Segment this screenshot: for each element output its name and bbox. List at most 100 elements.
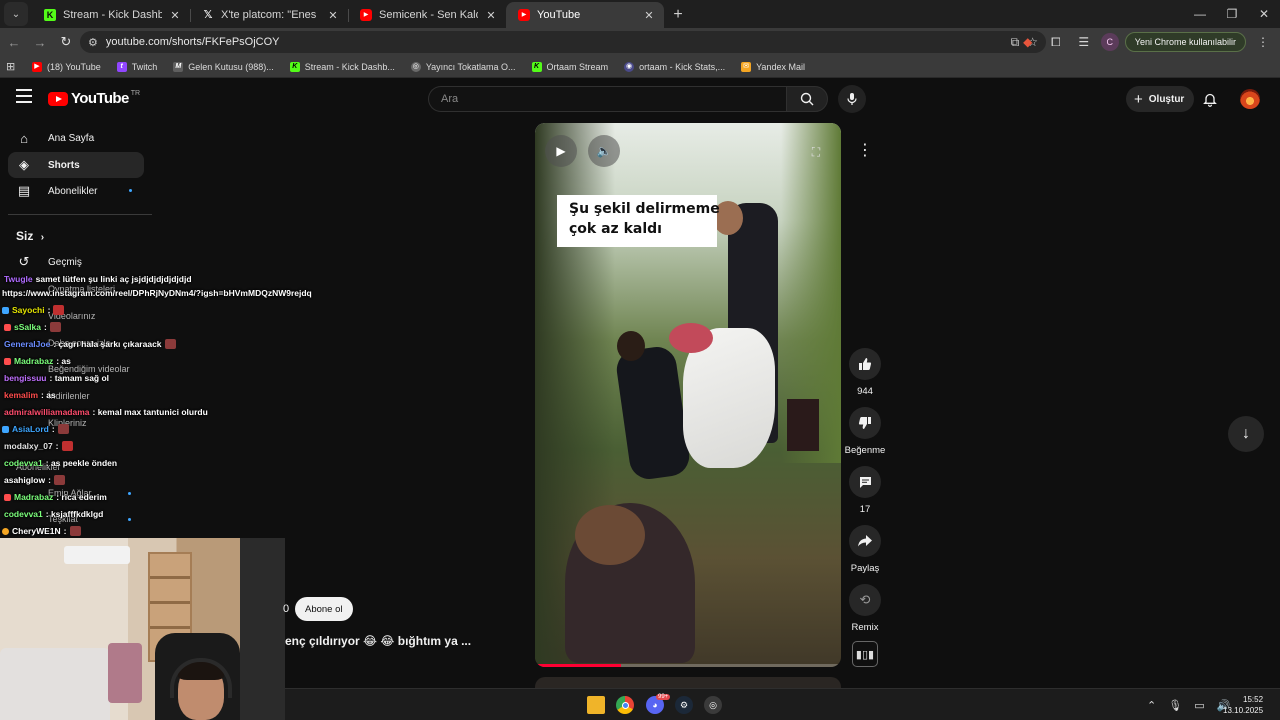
chat-text: : as xyxy=(56,356,71,366)
tab-kick-dashboard[interactable]: K Stream - Kick Dashboard ✕ xyxy=(32,2,190,28)
bell-icon xyxy=(1203,93,1217,107)
bookmark-kick-dashboard[interactable]: K Stream - Kick Dashb... xyxy=(289,61,395,72)
steam-icon[interactable]: ⚙ xyxy=(675,696,693,714)
remix-button[interactable]: ⟲ xyxy=(849,584,881,616)
file-explorer-icon[interactable] xyxy=(587,696,605,714)
volume-button[interactable]: 🔈 xyxy=(588,135,620,167)
bookmark-twitch[interactable]: t Twitch xyxy=(116,61,157,72)
close-icon[interactable]: ✕ xyxy=(326,9,340,22)
bookmark-ortaam-stream[interactable]: K Ortaam Stream xyxy=(531,61,608,72)
subscribe-button[interactable]: Abone ol xyxy=(295,597,353,621)
chevron-up-icon[interactable]: ⌃ xyxy=(1147,699,1156,712)
extensions-puzzle-icon[interactable]: ⧠ xyxy=(1045,31,1067,53)
tab-youtube[interactable]: ▶ YouTube ✕ xyxy=(506,2,664,28)
chat-text: : çagrı hala şarkı çıkaraack xyxy=(53,339,162,349)
close-icon[interactable]: ✕ xyxy=(484,9,498,22)
short-video-player[interactable]: Şu şekil delirmeme çok az kaldı ▶ 🔈 ⛶ xyxy=(535,123,841,667)
bookmark-tokatlama[interactable]: ◎ Yayıncı Tokatlama O... xyxy=(410,61,516,72)
logo-text: YouTube xyxy=(71,90,129,107)
home-icon: ⌂ xyxy=(20,130,28,146)
chat-message: codevva1: ksjafffkdklgd xyxy=(4,509,103,519)
microphone-icon[interactable]: 🎙 xyxy=(1168,699,1182,712)
tab-semicenk-song[interactable]: ▶ Semicenk - Sen Kaldın (prod. b ✕ xyxy=(348,2,506,28)
dislike-button[interactable] xyxy=(849,407,881,439)
sidebar-item-history[interactable]: ↺ Geçmiş xyxy=(8,249,144,275)
sidebar-item-shorts[interactable]: ◈ Shorts xyxy=(8,152,144,178)
comments-button[interactable] xyxy=(849,466,881,498)
chat-message: Twugle samet lütfen şu linki aç jsjdjdjdj… xyxy=(4,274,192,284)
site-info-icon[interactable]: ⚙ xyxy=(88,36,98,49)
search-button[interactable] xyxy=(786,86,828,112)
create-label: Oluştur xyxy=(1148,93,1185,105)
chrome-icon[interactable] xyxy=(616,696,634,714)
fullscreen-icon: ⛶ xyxy=(811,144,821,159)
toolbar-actions: ◆ ⧠ ☰ C Yeni Chrome kullanılabilir ⋮ xyxy=(1017,28,1280,56)
remix-icon: ⟲ xyxy=(859,592,871,607)
profile-avatar[interactable]: C xyxy=(1100,33,1119,51)
sound-track-button[interactable]: ▮▯▮ xyxy=(852,641,878,667)
tab-title: YouTube xyxy=(537,9,581,21)
kick-icon: K xyxy=(531,61,542,72)
close-window-icon[interactable]: ✕ xyxy=(1248,0,1280,28)
search-input[interactable]: Ara xyxy=(428,86,786,112)
microphone-icon xyxy=(847,93,857,105)
video-progress-bar[interactable] xyxy=(535,664,841,667)
tab-x-post[interactable]: 𝕏 X'te platcom: "Enes Batur; wtcN ✕ xyxy=(190,2,348,28)
reading-list-icon[interactable]: ☰ xyxy=(1073,31,1095,53)
windows-start-icon[interactable] xyxy=(558,696,576,714)
browser-menu-icon[interactable]: ⋮ xyxy=(1252,31,1274,53)
more-options-button[interactable]: ⋮ xyxy=(852,137,878,163)
kick-icon: K xyxy=(44,9,56,21)
search-icon xyxy=(800,92,814,106)
account-avatar[interactable] xyxy=(1240,89,1260,109)
arrow-down-icon: ↓ xyxy=(1242,425,1250,442)
tab-search-icon[interactable]: ⌄ xyxy=(4,2,28,26)
voice-search-button[interactable] xyxy=(838,85,866,113)
short-title[interactable]: enç çıldırıyor 😂 😂 bığhtım ya ... xyxy=(285,634,471,648)
emote-icon xyxy=(69,526,81,536)
chat-message: Madrabaz: as xyxy=(4,356,71,366)
close-icon[interactable]: ✕ xyxy=(168,9,182,22)
close-icon[interactable]: ✕ xyxy=(642,9,656,22)
sidebar-item-home[interactable]: ⌂ Ana Sayfa xyxy=(8,125,144,151)
forward-button[interactable]: → xyxy=(28,30,52,54)
bookmark-kick-stats[interactable]: ◉ ortaam - Kick Stats,... xyxy=(624,61,725,72)
play-button[interactable]: ▶ xyxy=(545,135,577,167)
video-person-kneeling-head xyxy=(617,331,645,361)
next-short-button[interactable]: ↓ xyxy=(1228,416,1264,452)
sidebar-section-you[interactable]: Siz › xyxy=(16,229,44,243)
apps-grid-icon[interactable]: ⊞ xyxy=(6,60,20,73)
back-button[interactable]: ← xyxy=(2,30,26,54)
address-bar[interactable]: ⚙ youtube.com/shorts/FKFePsOjCOY ⧉ ☆ xyxy=(80,31,1046,53)
new-tab-button[interactable]: + xyxy=(664,2,692,28)
badge-icon xyxy=(4,493,11,501)
sidebar-item-label: Geçmiş xyxy=(48,256,82,268)
sidebar-item-label: Shorts xyxy=(48,159,80,171)
display-icon[interactable]: ▭ xyxy=(1194,699,1204,712)
chrome-update-button[interactable]: Yeni Chrome kullanılabilir xyxy=(1124,32,1246,52)
tab-title: Semicenk - Sen Kaldın (prod. b xyxy=(379,9,478,21)
reload-button[interactable]: ↻ xyxy=(54,30,78,54)
bookmark-gmail[interactable]: M Gelen Kutusu (988)... xyxy=(173,61,274,72)
chat-message: modalxy_07: xyxy=(4,441,73,451)
obs-icon[interactable]: ◎ xyxy=(704,696,722,714)
restore-icon[interactable]: ❐ xyxy=(1216,0,1248,28)
minimize-icon[interactable]: — xyxy=(1184,0,1216,28)
youtube-logo[interactable]: YouTube TR xyxy=(48,90,140,107)
notifications-button[interactable] xyxy=(1200,89,1220,109)
sidebar-item-subscriptions[interactable]: ▤ Abonelikler xyxy=(8,178,144,204)
like-button[interactable] xyxy=(849,348,881,380)
bookmark-youtube[interactable]: ▶ (18) YouTube xyxy=(32,61,101,72)
bookmark-label: Yayıncı Tokatlama O... xyxy=(425,61,516,72)
share-button[interactable] xyxy=(849,525,881,557)
create-button[interactable]: + Oluştur xyxy=(1126,86,1195,112)
bookmark-yandex-mail[interactable]: ✉ Yandex Mail xyxy=(741,61,805,72)
fullscreen-button[interactable]: ⛶ xyxy=(807,143,825,161)
extension-icon[interactable]: ◆ xyxy=(1017,31,1039,53)
hamburger-menu-icon[interactable] xyxy=(16,89,32,103)
chat-message: codevva1: as peekle önden xyxy=(4,458,117,468)
chat-message: AsiaLord: xyxy=(2,424,69,434)
video-red-object xyxy=(669,323,713,353)
chat-text: : as peekle önden xyxy=(45,458,118,468)
system-clock[interactable]: 15:52 13.10.2025 xyxy=(1223,694,1263,716)
